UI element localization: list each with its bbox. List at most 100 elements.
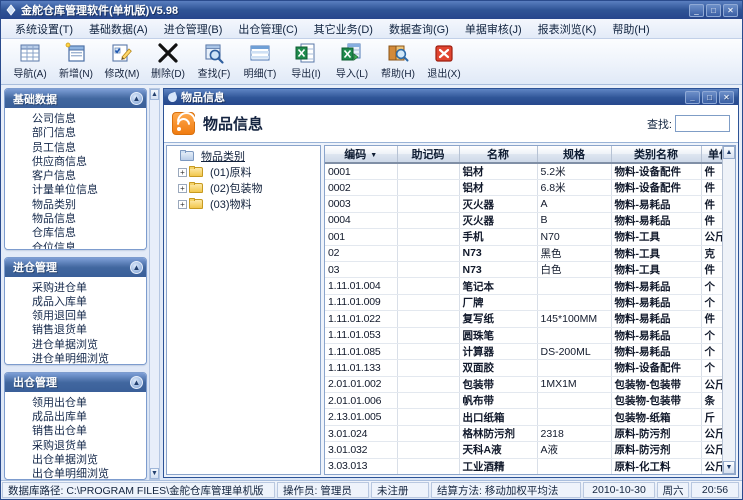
sidebar-item-supplier-info[interactable]: 供应商信息 bbox=[5, 155, 146, 169]
toolbar-button-edit[interactable]: 修改(M) bbox=[99, 40, 145, 84]
sidebar-item-warehouse-info[interactable]: 仓库信息 bbox=[5, 226, 146, 240]
table-row[interactable]: 1.11.01.004 笔记本 物料-易耗品个 bbox=[325, 277, 722, 295]
mdi-close-button[interactable]: ✕ bbox=[719, 90, 734, 104]
toolbar-button-export[interactable]: 导出(I) bbox=[283, 40, 329, 84]
sidebar-item-employee-info[interactable]: 员工信息 bbox=[5, 141, 146, 155]
sidebar-item-item-info[interactable]: 物品信息 bbox=[5, 212, 146, 226]
menu-item-help[interactable]: 帮助(H) bbox=[604, 19, 657, 39]
table-row[interactable]: 2.13.01.005 出口纸箱 包装物-纸箱斤 bbox=[325, 408, 722, 426]
grid-navigate-icon bbox=[18, 40, 42, 66]
table-row[interactable]: 0002 铝材 6.8米 物料-设备配件件 bbox=[325, 179, 722, 197]
sidebar-item-outbound-detail-browse[interactable]: 出仓单明细浏览 bbox=[5, 467, 146, 479]
menu-item-other-business[interactable]: 其它业务(D) bbox=[306, 19, 381, 39]
tree-node-raw-material[interactable]: + (01)原料 bbox=[169, 164, 320, 180]
cell-category: 物料-易耗品 bbox=[611, 277, 702, 295]
menu-item-basic-data[interactable]: 基础数据(A) bbox=[81, 19, 156, 39]
tree-node-packaging[interactable]: + (02)包装物 bbox=[169, 180, 320, 196]
table-row[interactable]: 3.03.013 工业酒精 原料-化工料公斤 bbox=[325, 458, 722, 474]
sidebar-item-inbound-doc-browse[interactable]: 进仓单据浏览 bbox=[5, 338, 146, 352]
toolbar-label-help: 帮助(H) bbox=[381, 69, 415, 80]
search-input[interactable] bbox=[675, 115, 730, 132]
table-row[interactable]: 3.01.032 天科A液A液原料-防污剂公斤 bbox=[325, 441, 722, 459]
toolbar-button-new[interactable]: 新增(N) bbox=[53, 40, 99, 84]
chevron-up-icon[interactable]: ▲ bbox=[130, 375, 143, 389]
sidebar-panel-header-outbound[interactable]: 出仓管理 ▲ bbox=[5, 372, 146, 392]
table-row[interactable]: 2.01.01.002 包装带1MX1M包装物-包装带公斤 bbox=[325, 376, 722, 394]
scroll-up-icon[interactable]: ▲ bbox=[150, 89, 159, 100]
sidebar-item-purchase-inbound[interactable]: 采购进仓单 bbox=[5, 281, 146, 295]
sidebar-item-item-category[interactable]: 物品类别 bbox=[5, 198, 146, 212]
scroll-down-icon[interactable]: ▼ bbox=[150, 468, 159, 479]
sidebar-item-purchase-return[interactable]: 采购退货单 bbox=[5, 439, 146, 453]
sidebar-item-finished-goods-in[interactable]: 成品入库单 bbox=[5, 295, 146, 309]
column-header-name[interactable]: 名称 bbox=[459, 146, 538, 164]
column-header-mnemonic[interactable]: 助记码 bbox=[397, 146, 460, 164]
table-row[interactable]: 1.11.01.022 复写纸 145*100MM 物料-易耗品件 bbox=[325, 310, 722, 328]
table-row[interactable]: 1.11.01.009 厂牌 物料-易耗品个 bbox=[325, 294, 722, 312]
sidebar-item-location-info[interactable]: 仓位信息 bbox=[5, 241, 146, 249]
table-row[interactable]: 1.11.01.053 圆珠笔 物料-易耗品个 bbox=[325, 327, 722, 344]
table-row[interactable]: 1.11.01.133双面胶物料-设备配件个1.50 bbox=[325, 359, 722, 377]
sidebar-item-unit-info[interactable]: 计量单位信息 bbox=[5, 183, 146, 197]
sidebar-panel-header-inbound[interactable]: 进仓管理 ▲ bbox=[5, 257, 146, 277]
mdi-maximize-button[interactable]: □ bbox=[702, 90, 717, 104]
menu-item-inbound-management[interactable]: 进仓管理(B) bbox=[156, 19, 231, 39]
toolbar-button-find[interactable]: 查找(F) bbox=[191, 40, 237, 84]
column-header-code[interactable]: 编码 ▼ bbox=[325, 146, 398, 164]
expander-icon[interactable]: + bbox=[178, 183, 187, 193]
scroll-up-icon[interactable]: ▲ bbox=[723, 146, 735, 159]
sidebar-item-sales-outbound[interactable]: 销售出仓单 bbox=[5, 424, 146, 438]
sidebar-item-sales-return[interactable]: 销售退货单 bbox=[5, 323, 146, 337]
toolbar-button-help[interactable]: 帮助(H) bbox=[375, 40, 421, 84]
menu-item-system-settings[interactable]: 系统设置(T) bbox=[7, 19, 81, 39]
cell-code: 02 bbox=[325, 245, 398, 262]
scroll-down-icon[interactable]: ▼ bbox=[723, 461, 735, 474]
sidebar-item-department-info[interactable]: 部门信息 bbox=[5, 126, 146, 140]
table-row[interactable]: 03 N73 白色 物料-工具件 bbox=[325, 261, 722, 279]
sidebar-panel-header-basic-data[interactable]: 基础数据 ▲ bbox=[5, 89, 146, 108]
menu-item-report-browse[interactable]: 报表浏览(K) bbox=[530, 19, 605, 39]
sidebar-item-outbound-doc-browse[interactable]: 出仓单据浏览 bbox=[5, 453, 146, 467]
sidebar-item-inbound-detail-browse[interactable]: 进仓单明细浏览 bbox=[5, 352, 146, 364]
status-weekday: 周六 bbox=[657, 482, 689, 498]
table-row[interactable]: 0001 铝材 5.2米 物料-设备配件件 bbox=[325, 163, 722, 180]
sidebar-item-requisition-outbound[interactable]: 领用出仓单 bbox=[5, 396, 146, 410]
expander-icon[interactable]: + bbox=[178, 199, 187, 209]
chevron-up-icon[interactable]: ▲ bbox=[130, 260, 143, 274]
toolbar-button-navigate[interactable]: 导航(A) bbox=[7, 40, 53, 84]
sidebar-scrollbar[interactable]: ▲ ▼ bbox=[149, 88, 160, 480]
table-row[interactable]: 0004 灭火器 B 物料-易耗品件 bbox=[325, 212, 722, 230]
table-row[interactable]: 0003 灭火器 A 物料-易耗品件 bbox=[325, 195, 722, 213]
menu-item-outbound-management[interactable]: 出仓管理(C) bbox=[230, 19, 305, 39]
sort-descending-icon[interactable]: ▼ bbox=[370, 152, 377, 159]
maximize-button[interactable]: □ bbox=[706, 3, 721, 17]
minimize-button[interactable]: _ bbox=[689, 3, 704, 17]
sidebar-item-requisition-return[interactable]: 领用退回单 bbox=[5, 309, 146, 323]
category-tree[interactable]: 物品类别 + (01)原料 + (02)包装物 + (03)物料 bbox=[166, 145, 321, 475]
toolbar-button-delete[interactable]: 删除(D) bbox=[145, 40, 191, 84]
sidebar-item-customer-info[interactable]: 客户信息 bbox=[5, 169, 146, 183]
column-header-unit[interactable]: 单位 bbox=[701, 146, 722, 164]
sidebar-item-company-info[interactable]: 公司信息 bbox=[5, 112, 146, 126]
tree-node-root[interactable]: 物品类别 bbox=[169, 148, 320, 164]
toolbar-button-exit[interactable]: 退出(X) bbox=[421, 40, 467, 84]
table-row[interactable]: 02 N73 黑色 物料-工具克 bbox=[325, 245, 722, 262]
tree-node-material[interactable]: + (03)物料 bbox=[169, 196, 320, 212]
column-header-category[interactable]: 类别名称 bbox=[611, 146, 702, 164]
mdi-minimize-button[interactable]: _ bbox=[685, 90, 700, 104]
menu-item-data-query[interactable]: 数据查询(G) bbox=[381, 19, 457, 39]
column-header-spec[interactable]: 规格 bbox=[537, 146, 612, 164]
menu-item-document-audit[interactable]: 单据审核(J) bbox=[457, 19, 530, 39]
sidebar-item-finished-goods-out[interactable]: 成品出库单 bbox=[5, 410, 146, 424]
table-row[interactable]: 001 手机N70物料-工具公斤 bbox=[325, 228, 722, 246]
expander-icon[interactable]: + bbox=[178, 167, 187, 177]
close-button[interactable]: ✕ bbox=[723, 3, 738, 17]
cell-category: 物料-工具 bbox=[611, 245, 702, 262]
table-row[interactable]: 2.01.01.006 帆布带 包装物-包装带条 bbox=[325, 392, 722, 410]
toolbar-button-import[interactable]: 导入(L) bbox=[329, 40, 375, 84]
table-row[interactable]: 1.11.01.085 计算器 DS-200ML 物料-易耗品个 bbox=[325, 343, 722, 361]
chevron-up-icon[interactable]: ▲ bbox=[130, 92, 143, 105]
toolbar-button-detail[interactable]: 明细(T) bbox=[237, 40, 283, 84]
grid-vertical-scrollbar[interactable]: ▲ ▼ bbox=[722, 146, 735, 474]
table-row[interactable]: 3.01.024 格林防污剂2318原料-防污剂公斤 bbox=[325, 425, 722, 443]
